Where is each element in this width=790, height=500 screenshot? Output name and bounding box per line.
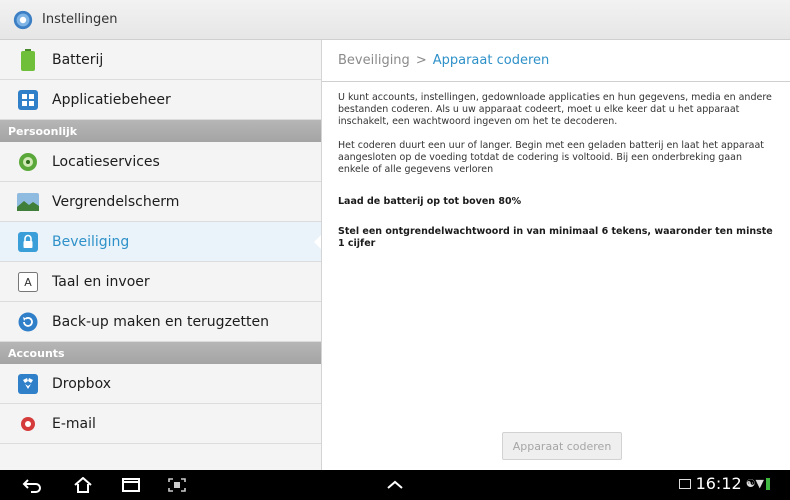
home-icon[interactable] bbox=[72, 477, 94, 493]
description-paragraph: Het coderen duurt een uur of langer. Beg… bbox=[338, 140, 765, 175]
sidebar-item-label: Batterij bbox=[52, 51, 104, 68]
email-icon bbox=[16, 412, 40, 436]
sidebar-item-battery[interactable]: Batterij bbox=[0, 40, 321, 80]
title-bar: Instellingen bbox=[0, 0, 790, 40]
sidebar-item-label: Dropbox bbox=[52, 375, 111, 392]
keyboard-letter-icon: A bbox=[16, 270, 40, 294]
sidebar-item-label: Back-up maken en terugzetten bbox=[52, 313, 269, 330]
sidebar-item-label: Taal en invoer bbox=[52, 273, 150, 290]
status-clock: 16:12 ☯▼ bbox=[678, 474, 770, 493]
back-icon[interactable] bbox=[22, 477, 44, 493]
sidebar-item-security[interactable]: Beveiliging bbox=[0, 222, 321, 262]
encrypt-description: U kunt accounts, instellingen, gedownloa… bbox=[322, 82, 790, 250]
encrypt-device-button[interactable]: Apparaat coderen bbox=[502, 432, 622, 460]
section-header-personal: Persoonlijk bbox=[0, 120, 321, 142]
requirement-battery: Laad de batterij op tot boven 80% bbox=[338, 196, 522, 207]
settings-sidebar[interactable]: Batterij Applicatiebeheer Persoonlijk Lo… bbox=[0, 40, 322, 470]
time-label: 16:12 bbox=[695, 474, 742, 493]
description-paragraph: U kunt accounts, instellingen, gedownloa… bbox=[338, 92, 772, 127]
breadcrumb-parent[interactable]: Beveiliging bbox=[338, 53, 410, 68]
battery-icon bbox=[16, 48, 40, 72]
chevron-up-icon[interactable] bbox=[384, 477, 406, 493]
sidebar-item-label: Beveiliging bbox=[52, 233, 130, 250]
breadcrumb-current: Apparaat coderen bbox=[432, 53, 550, 68]
screenshot-icon[interactable] bbox=[166, 477, 188, 493]
breadcrumb-separator: > bbox=[415, 53, 427, 68]
sidebar-item-application-manager[interactable]: Applicatiebeheer bbox=[0, 80, 321, 120]
section-header-accounts: Accounts bbox=[0, 342, 321, 364]
requirement-password: Stel een ontgrendelwachtwoord in van min… bbox=[338, 226, 773, 249]
lockscreen-icon bbox=[16, 190, 40, 214]
sidebar-item-language-input[interactable]: A Taal en invoer bbox=[0, 262, 321, 302]
sidebar-item-label: Applicatiebeheer bbox=[52, 91, 171, 108]
svg-text:A: A bbox=[24, 276, 32, 289]
battery-status-icon bbox=[766, 477, 770, 490]
lock-icon bbox=[16, 230, 40, 254]
sidebar-item-lockscreen[interactable]: Vergrendelscherm bbox=[0, 182, 321, 222]
sidebar-item-backup[interactable]: Back-up maken en terugzetten bbox=[0, 302, 321, 342]
breadcrumb: Beveiliging > Apparaat coderen bbox=[322, 40, 790, 82]
system-navigation-bar: 16:12 ☯▼ bbox=[0, 470, 790, 500]
location-icon bbox=[16, 150, 40, 174]
gallery-notification-icon bbox=[678, 478, 691, 489]
sidebar-item-label: E-mail bbox=[52, 415, 96, 432]
sidebar-item-label: Vergrendelscherm bbox=[52, 193, 180, 210]
recent-apps-icon[interactable] bbox=[120, 477, 142, 493]
backup-icon bbox=[16, 310, 40, 334]
sidebar-item-dropbox[interactable]: Dropbox bbox=[0, 364, 321, 404]
settings-gear-icon[interactable] bbox=[12, 9, 34, 31]
security-encrypt-panel: Beveiliging > Apparaat coderen U kunt ac… bbox=[322, 40, 790, 470]
sidebar-item-label: Locatieservices bbox=[52, 153, 160, 170]
app-grid-icon bbox=[16, 88, 40, 112]
dropbox-icon bbox=[16, 372, 40, 396]
wifi-signal-icon: ☯▼ bbox=[745, 477, 764, 490]
app-title: Instellingen bbox=[42, 12, 118, 27]
sidebar-item-location[interactable]: Locatieservices bbox=[0, 142, 321, 182]
sidebar-item-email[interactable]: E-mail bbox=[0, 404, 321, 444]
